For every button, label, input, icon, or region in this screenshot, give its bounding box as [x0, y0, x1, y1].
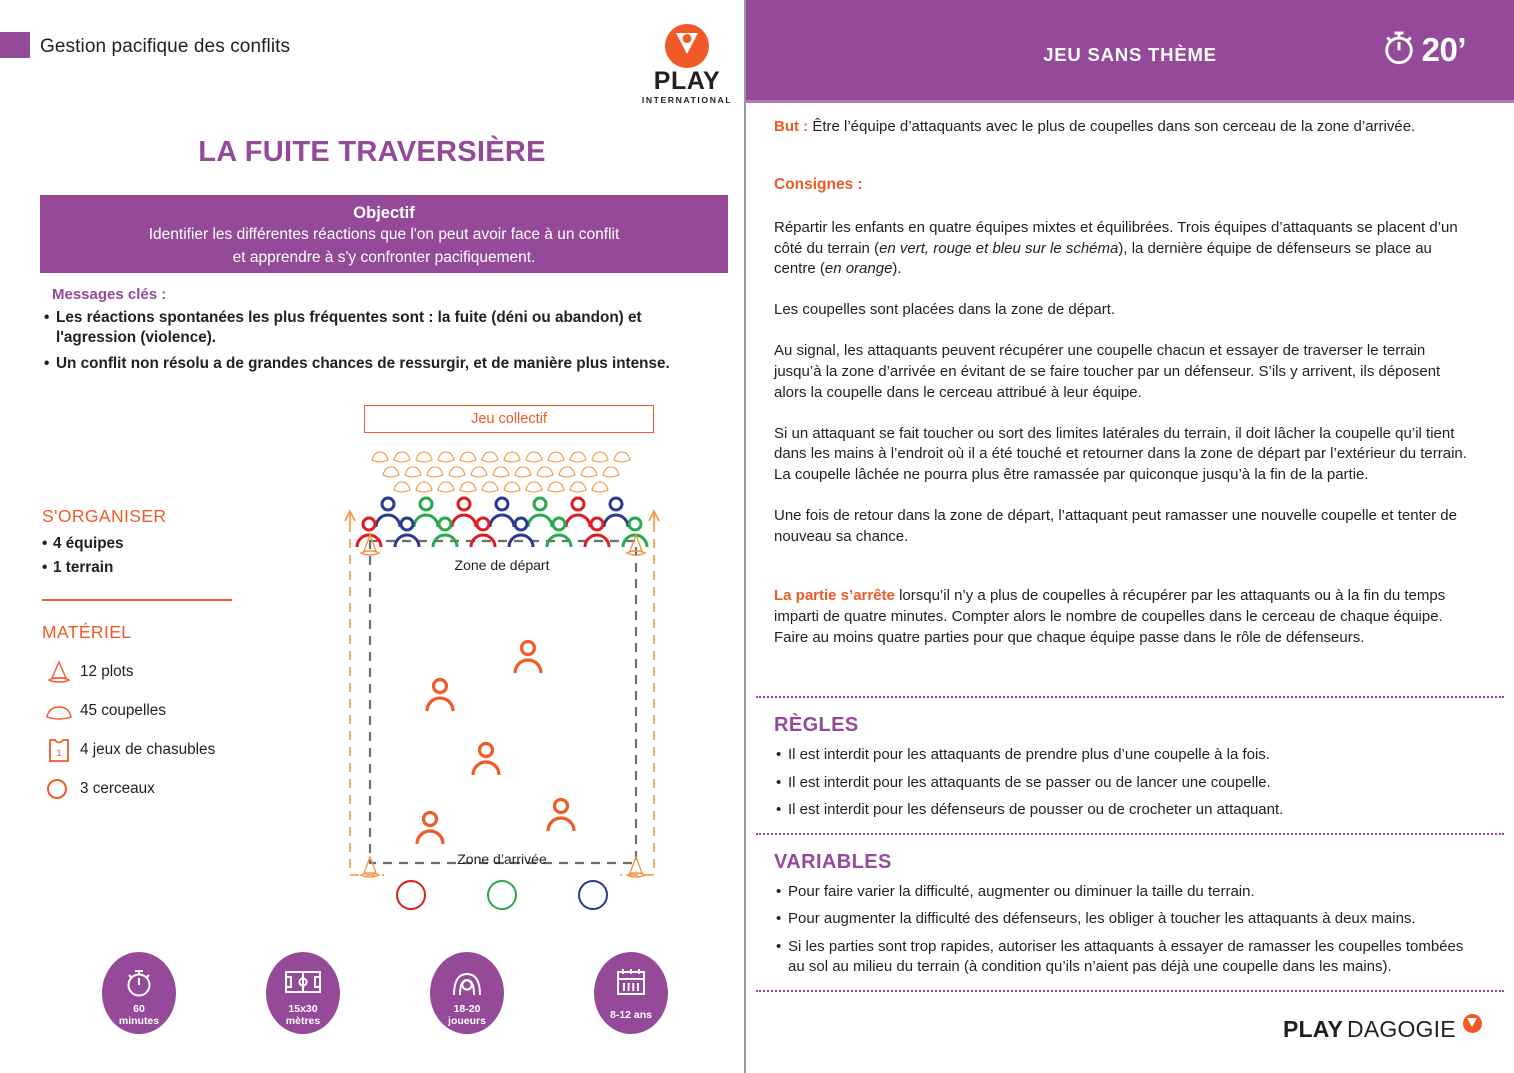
play-logo-subtitle: INTERNATIONAL — [641, 95, 733, 105]
badge-line-1: 8-12 ans — [609, 1009, 653, 1021]
defenders-group — [415, 639, 576, 845]
consignes-paragraph-4: Si un attaquant se fait toucher ou sort … — [774, 424, 1467, 484]
right-header: JEU SANS THÈME 20’ — [746, 0, 1514, 100]
diagram-svg — [344, 451, 660, 878]
regles-heading: RÈGLES — [774, 714, 859, 737]
playdagogie-bold: PLAY — [1283, 1016, 1344, 1042]
play-logo-word: PLAY — [653, 67, 721, 95]
badge-line-1: 15x30 — [288, 1003, 318, 1015]
badge-line-1: 18-20 — [453, 1003, 481, 1015]
badge-age: 8-12 ans — [594, 952, 668, 1034]
list-item: Il est interdit pour les attaquants de p… — [776, 745, 1476, 766]
stopwatch-icon — [1382, 28, 1416, 71]
objectif-line-1: Identifier les différentes réactions que… — [148, 226, 620, 243]
zone-depart-label: Zone de départ — [454, 557, 550, 573]
materiel-row-plots: 12 plots — [42, 658, 134, 686]
cerceaux-group — [366, 880, 638, 910]
but-text: Être l’équipe d’attaquants avec le plus … — [808, 118, 1416, 135]
cerceau-red — [396, 880, 427, 910]
cerceau-icon — [42, 776, 76, 802]
materiel-row-coupelles: 45 coupelles — [42, 697, 166, 725]
calendar-icon — [594, 962, 668, 1002]
messages-list: Les réactions spontanées les plus fréque… — [44, 308, 724, 379]
variables-heading: VARIABLES — [774, 851, 892, 874]
field-diagram: Jeu collectif Zone de départ Zone d’arri… — [336, 405, 716, 925]
organiser-list: 4 équipes 1 terrain — [42, 532, 124, 579]
consignes-paragraph-5: Une fois de retour dans la zone de dépar… — [774, 507, 1457, 545]
consignes-paragraph-2: Les coupelles sont placées dans la zone … — [774, 301, 1116, 319]
list-item: Si les parties sont trop rapides, autori… — [776, 937, 1476, 978]
chasuble-icon: 1 — [42, 737, 76, 763]
list-item: Les réactions spontanées les plus fréque… — [44, 308, 724, 349]
messages-heading: Messages clés : — [52, 286, 167, 303]
badge-line-2: joueurs — [448, 1014, 486, 1027]
players-icon — [430, 962, 504, 1002]
fin-label: La partie s’arrête — [774, 586, 895, 604]
cerceau-green — [486, 880, 517, 910]
coupelles-group — [371, 451, 631, 493]
list-item: 1 terrain — [42, 556, 124, 580]
materiel-label: 45 coupelles — [80, 702, 166, 719]
left-panel: Gestion pacifique des conflits PLAY INTE… — [0, 0, 744, 1073]
play-pin-icon — [1462, 1014, 1482, 1033]
badge-players: 18-20 joueurs — [430, 952, 504, 1034]
materiel-label: 12 plots — [80, 663, 134, 680]
cone-icon — [42, 659, 76, 685]
list-item: Un conflit non résolu a de grandes chanc… — [44, 354, 724, 375]
right-body: But : Être l’équipe d’attaquants avec le… — [746, 103, 1514, 993]
objectif-line-2: et apprendre à s'y confronter pacifiquem… — [232, 248, 536, 266]
divider-regles-top — [756, 696, 1504, 699]
variables-list: Pour faire varier la difficulté, augment… — [776, 882, 1476, 977]
materiel-row-cerceaux: 3 cerceaux — [42, 775, 155, 803]
document-theme: Gestion pacifique des conflits — [40, 36, 291, 57]
regles-list: Il est interdit pour les attaquants de p… — [776, 745, 1476, 820]
theme-color-square — [0, 32, 30, 58]
info-badges: 60 minutes 15x30 mètres 18-20 joueurs 8-… — [40, 952, 730, 1042]
playdagogie-logo: PLAY DAGOGIE — [1283, 1014, 1482, 1043]
organiser-heading: S'ORGANISER — [42, 506, 167, 526]
list-item: 4 équipes — [42, 532, 124, 556]
fin-de-partie-paragraph: La partie s’arrête lorsqu’il n’y a plus … — [774, 586, 1476, 649]
page-title: LA FUITE TRAVERSIÈRE — [198, 136, 546, 168]
badge-duration: 60 minutes — [102, 952, 176, 1034]
consignes-label: Consignes : — [774, 175, 863, 193]
cerceau-blue — [577, 880, 608, 910]
stopwatch-icon — [102, 962, 176, 1002]
fiche-page: Gestion pacifique des conflits PLAY INTE… — [0, 0, 1514, 1073]
materiel-heading: MATÉRIEL — [42, 622, 132, 642]
corner-cones — [359, 533, 647, 878]
play-international-logo: PLAY INTERNATIONAL — [641, 24, 733, 105]
coupelle-icon — [42, 698, 76, 724]
materiel-label: 3 cerceaux — [80, 780, 155, 797]
materiel-label: 4 jeux de chasubles — [80, 741, 216, 758]
but-label: But : — [774, 118, 809, 135]
right-panel: JEU SANS THÈME 20’ But : Être l’équipe d… — [746, 0, 1514, 1073]
objectif-box: Objectif Identifier les différentes réac… — [40, 195, 728, 273]
list-item: Pour faire varier la difficulté, augment… — [776, 882, 1476, 903]
objectif-label: Objectif — [353, 204, 415, 222]
badge-line-1: 60 — [133, 1003, 145, 1015]
badge-line-2: mètres — [285, 1014, 321, 1027]
materiel-row-chasubles: 1 4 jeux de chasubles — [42, 736, 215, 764]
section-divider — [42, 599, 232, 601]
field-boundary — [368, 539, 638, 865]
badge-field-size: 15x30 mètres — [266, 952, 340, 1034]
divider-variables-bottom — [756, 990, 1504, 993]
list-item: Il est interdit pour les défenseurs de p… — [776, 800, 1476, 821]
but-line: But : Être l’équipe d’attaquants avec le… — [774, 117, 1476, 138]
list-item: Il est interdit pour les attaquants de s… — [776, 773, 1476, 794]
duration-badge: 20’ — [1382, 28, 1467, 71]
consignes-paragraph-1: Répartir les enfants en quatre équipes m… — [774, 218, 1458, 278]
attackers-front-row — [355, 516, 649, 548]
svg-text:1: 1 — [56, 748, 61, 758]
consignes-paragraph-3: Au signal, les attaquants peuvent récupé… — [774, 342, 1441, 401]
zone-arrivee-label: Zone d’arrivée — [457, 851, 547, 867]
badge-line-2: minutes — [118, 1014, 160, 1027]
divider-variables-top — [756, 833, 1504, 836]
list-item: Pour augmenter la difficulté des défense… — [776, 909, 1476, 930]
play-pin-icon — [665, 24, 709, 68]
playdagogie-light: DAGOGIE — [1347, 1016, 1456, 1042]
duration-value: 20’ — [1421, 30, 1467, 68]
field-icon — [266, 962, 340, 1002]
